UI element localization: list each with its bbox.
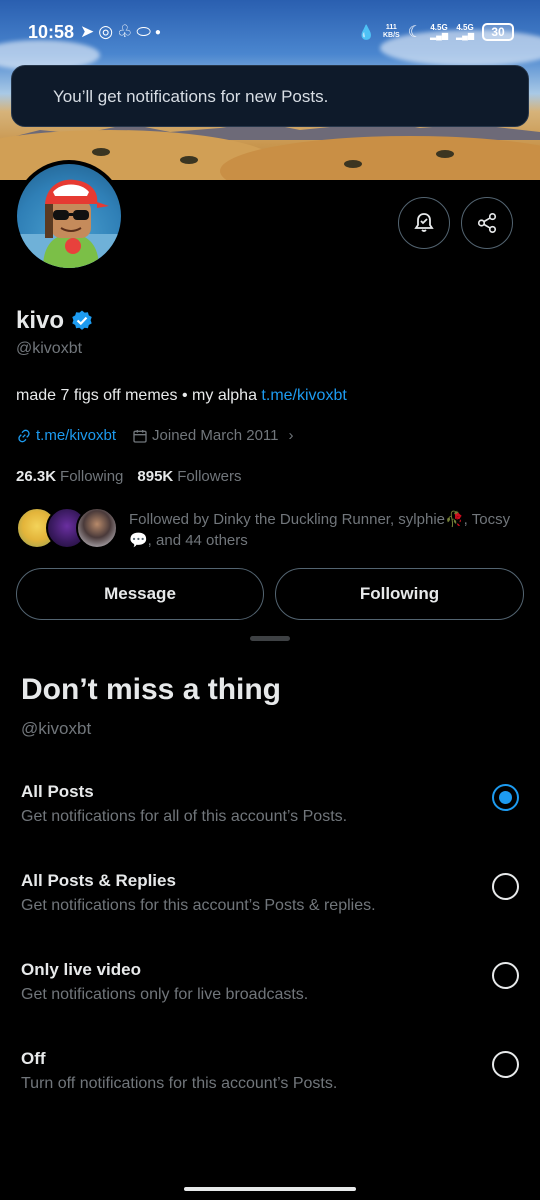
moon-icon: ☾ bbox=[407, 24, 423, 41]
banner-bush bbox=[92, 148, 110, 156]
radio-off[interactable] bbox=[492, 1051, 519, 1078]
signal-bars-icon: ▂▄▆ bbox=[456, 31, 474, 40]
verified-badge-icon[interactable] bbox=[70, 309, 94, 333]
banner-bush bbox=[344, 160, 362, 168]
sheet-title: Don’t miss a thing bbox=[21, 673, 282, 706]
bio-link[interactable]: t.me/kivoxbt bbox=[261, 387, 346, 404]
toast-text: You’ll get notifications for new Posts. bbox=[53, 87, 329, 106]
profile-bio: made 7 figs off memes • my alpha t.me/ki… bbox=[16, 387, 347, 405]
joined-date: Joined March 2011 bbox=[152, 427, 279, 444]
radio-all-posts-replies[interactable] bbox=[492, 873, 519, 900]
pill-icon: ⬭ bbox=[136, 22, 151, 41]
network-speed: 111 KB/S bbox=[383, 24, 400, 40]
notification-settings-sheet: Don’t miss a thing @kivoxbt All Posts Ge… bbox=[0, 623, 540, 1200]
option-description: Get notifications for this account’s Pos… bbox=[21, 897, 376, 914]
radio-all-posts[interactable] bbox=[492, 784, 519, 811]
calendar-icon bbox=[133, 429, 147, 443]
avatar-illustration bbox=[17, 179, 121, 268]
joined-item[interactable]: Joined March 2011 › bbox=[132, 427, 294, 444]
option-title: All Posts bbox=[21, 782, 94, 801]
notifications-bell-button[interactable] bbox=[398, 197, 450, 249]
share-button[interactable] bbox=[461, 197, 513, 249]
profile-meta: t.me/kivoxbt Joined March 2011 › bbox=[16, 427, 310, 444]
option-all-posts[interactable]: All Posts Get notifications for all of t… bbox=[0, 782, 540, 852]
option-title: All Posts & Replies bbox=[21, 871, 176, 890]
website-item[interactable]: t.me/kivoxbt bbox=[16, 427, 116, 444]
option-title: Off bbox=[21, 1049, 46, 1068]
option-only-live-video[interactable]: Only live video Get notifications only f… bbox=[0, 960, 540, 1030]
signal-2: 4.5G ▂▄▆ bbox=[456, 24, 474, 40]
profile-handle: @kivoxbt bbox=[16, 340, 83, 357]
notification-toast[interactable]: You’ll get notifications for new Posts. bbox=[11, 65, 529, 127]
notification-icons: ➤ ◎ ♧ ⬭ ● bbox=[80, 22, 161, 42]
option-off[interactable]: Off Turn off notifications for this acco… bbox=[0, 1049, 540, 1119]
option-description: Get notifications only for live broadcas… bbox=[21, 986, 309, 1003]
status-time: 10:58 bbox=[28, 22, 75, 42]
link-icon bbox=[18, 429, 30, 442]
data-saver-icon: 💧 bbox=[357, 23, 375, 40]
radio-only-live-video[interactable] bbox=[492, 962, 519, 989]
option-description: Get notifications for all of this accoun… bbox=[21, 808, 348, 825]
battery-icon: 30 bbox=[482, 23, 514, 41]
signal-bars-icon: ▂▄▆ bbox=[430, 31, 449, 40]
bio-text: made 7 figs off memes • my alpha bbox=[16, 387, 262, 404]
system-icons: 💧 111 KB/S ☾ 4.5G ▂▄▆ 4.5G ▂▄▆ 30 bbox=[358, 22, 514, 42]
option-all-posts-replies[interactable]: All Posts & Replies Get notifications fo… bbox=[0, 871, 540, 941]
sheet-grabber[interactable] bbox=[250, 636, 290, 641]
sheet-handle: @kivoxbt bbox=[21, 719, 92, 738]
snapchat-icon: ♧ bbox=[117, 22, 133, 41]
chevron-right-icon: › bbox=[288, 427, 294, 444]
followers-count: 895K bbox=[137, 468, 174, 485]
followed-by[interactable]: Followed by Dinky the Duckling Runner, s… bbox=[16, 505, 526, 551]
follower-avatar bbox=[76, 507, 118, 549]
telegram-icon: ➤ bbox=[80, 22, 95, 41]
following-label: Following bbox=[60, 468, 124, 485]
message-button[interactable]: Message bbox=[16, 568, 264, 620]
network-speed-unit: KB/S bbox=[382, 32, 400, 39]
status-bar: 10:58 ➤ ◎ ♧ ⬭ ● 💧 111 KB/S ☾ 4.5G ▂▄▆ 4.… bbox=[0, 0, 540, 64]
dot-icon: ● bbox=[154, 26, 161, 38]
option-description: Turn off notifications for this account’… bbox=[21, 1075, 338, 1092]
banner-dune bbox=[220, 136, 540, 180]
home-indicator[interactable] bbox=[184, 1187, 356, 1191]
followers-stat[interactable]: 895K Followers bbox=[137, 468, 241, 485]
profile-name: kivo bbox=[16, 307, 65, 334]
followed-by-text: Followed by Dinky the Duckling Runner, s… bbox=[129, 511, 511, 549]
option-title: Only live video bbox=[21, 960, 141, 979]
followers-label: Followers bbox=[177, 468, 242, 485]
avatar-image bbox=[17, 164, 121, 268]
bell-icon bbox=[414, 213, 434, 232]
avatar[interactable] bbox=[13, 160, 125, 272]
whatsapp-icon: ◎ bbox=[98, 22, 114, 41]
website-link[interactable]: t.me/kivoxbt bbox=[36, 427, 116, 444]
following-stat[interactable]: 26.3K Following bbox=[16, 468, 123, 485]
signal-1: 4.5G ▂▄▆ bbox=[430, 24, 448, 40]
banner-bush bbox=[180, 156, 198, 164]
share-icon bbox=[477, 213, 497, 233]
profile-stats: 26.3K Following 895K Followers bbox=[16, 468, 241, 485]
network-speed-value: 111 bbox=[385, 24, 397, 31]
following-count: 26.3K bbox=[16, 468, 57, 485]
following-button[interactable]: Following bbox=[275, 568, 524, 620]
banner-bush bbox=[436, 150, 454, 158]
